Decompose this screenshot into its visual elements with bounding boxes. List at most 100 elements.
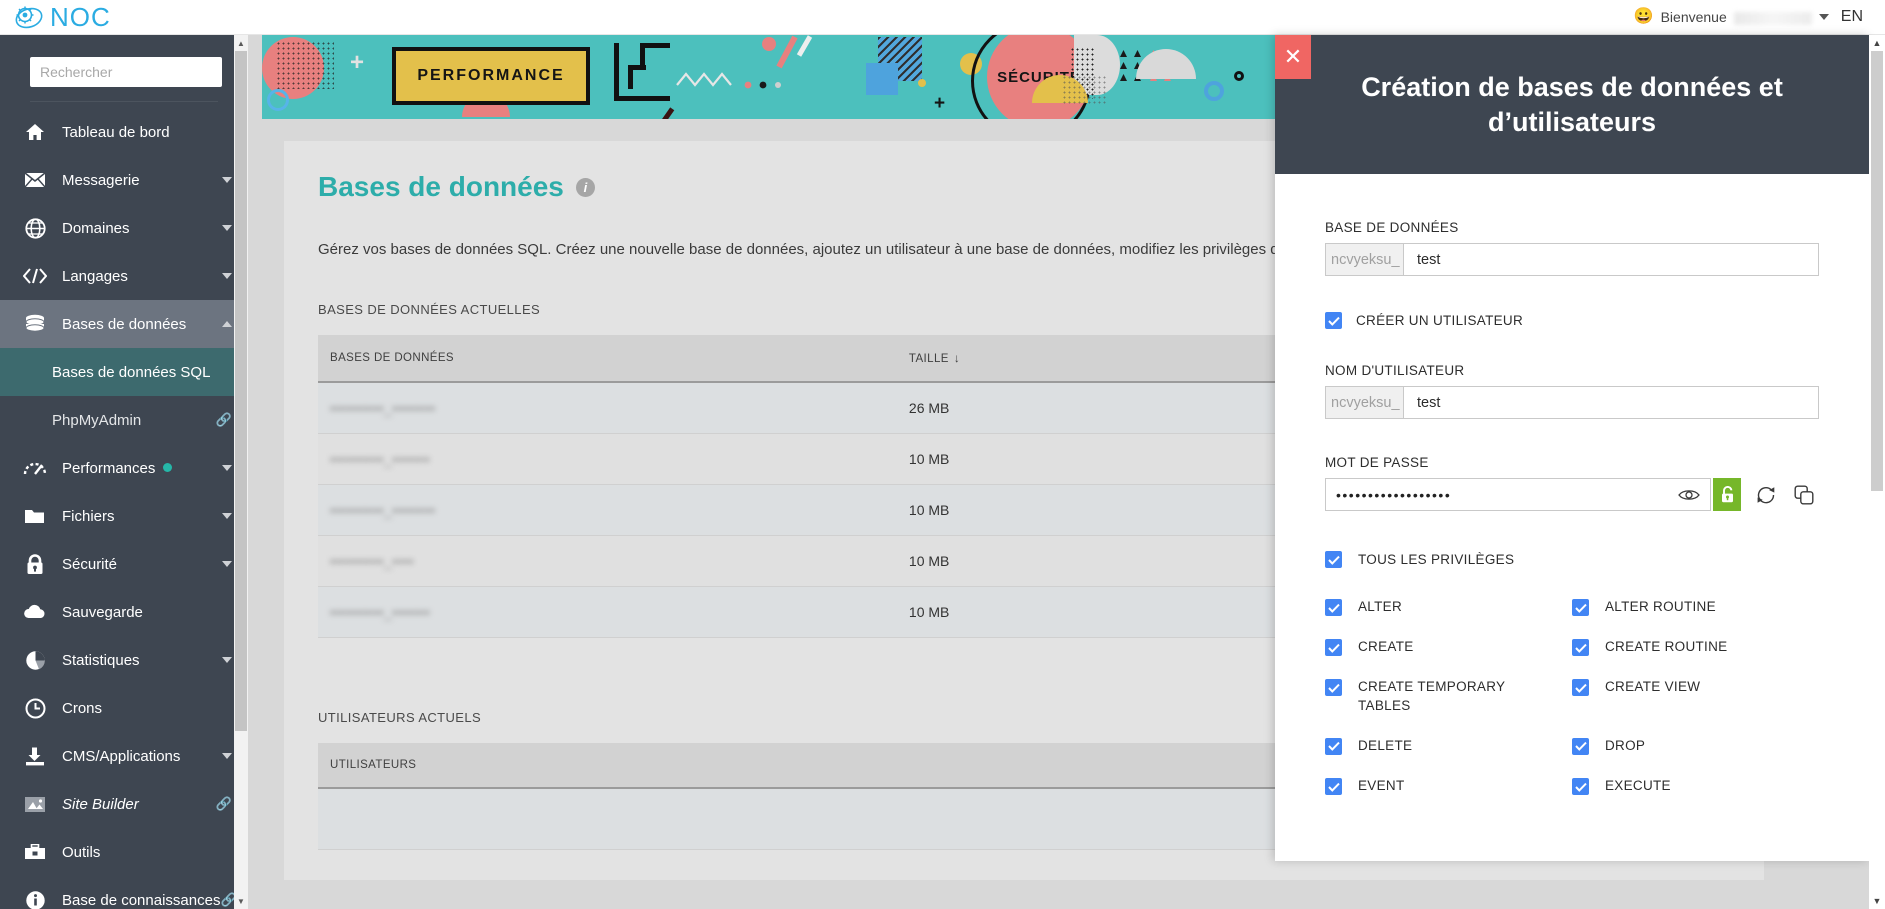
sidebar-subitem-bases-de-donnees-sql[interactable]: Bases de données SQL bbox=[0, 348, 248, 396]
chevron-down-icon[interactable] bbox=[222, 753, 232, 759]
chevron-down-icon[interactable] bbox=[222, 177, 232, 183]
privilege-checkbox[interactable] bbox=[1572, 639, 1589, 657]
chevron-down-icon[interactable] bbox=[222, 561, 232, 567]
all-privileges-checkbox[interactable] bbox=[1325, 551, 1342, 568]
chevron-down-icon[interactable] bbox=[222, 225, 232, 231]
page-scrollbar[interactable]: ▲ ▼ bbox=[1869, 35, 1885, 909]
scroll-down-arrow-icon[interactable]: ▼ bbox=[1869, 893, 1885, 909]
chevron-down-icon[interactable] bbox=[1818, 14, 1829, 20]
privilege-item[interactable]: ALTER bbox=[1325, 598, 1572, 616]
privilege-item[interactable]: ALTER ROUTINE bbox=[1572, 598, 1819, 616]
chevron-down-icon[interactable] bbox=[222, 513, 232, 519]
copy-icon[interactable] bbox=[1789, 478, 1819, 511]
folder-icon bbox=[22, 505, 48, 527]
sidebar-item-cms-applications[interactable]: CMS/Applications bbox=[0, 732, 248, 780]
database-name-input[interactable] bbox=[1404, 244, 1818, 275]
banner-performance-badge[interactable]: PERFORMANCE bbox=[392, 47, 602, 117]
sidebar-item-messagerie[interactable]: Messagerie bbox=[0, 156, 248, 204]
sidebar-item-sauvegarde[interactable]: Sauvegarde bbox=[0, 588, 248, 636]
scroll-up-arrow-icon[interactable]: ▲ bbox=[234, 35, 248, 51]
privilege-label: ALTER ROUTINE bbox=[1605, 599, 1716, 614]
scroll-up-arrow-icon[interactable]: ▲ bbox=[1869, 35, 1885, 51]
chevron-down-icon[interactable] bbox=[222, 657, 232, 663]
username-input[interactable] bbox=[1404, 387, 1818, 418]
privilege-item[interactable]: DROP bbox=[1572, 737, 1819, 755]
sidebar-item-performances[interactable]: Performances bbox=[0, 444, 248, 492]
privilege-checkbox[interactable] bbox=[1325, 737, 1342, 755]
sidebar-scrollbar-thumb[interactable] bbox=[235, 51, 247, 731]
column-header-databases[interactable]: BASES DE DONNÉES bbox=[318, 335, 897, 383]
cell-database-name: ••••••••••_•••••••• bbox=[318, 484, 897, 536]
user-name-redacted bbox=[1733, 11, 1812, 25]
decor-plus: + bbox=[350, 49, 365, 76]
cell-database-name: ••••••••••_••••••• bbox=[318, 586, 897, 638]
user-menu[interactable]: 😀 Bienvenue bbox=[1634, 9, 1829, 25]
privilege-checkbox[interactable] bbox=[1572, 778, 1589, 796]
privilege-item[interactable]: EXECUTE bbox=[1572, 777, 1819, 796]
check-icon bbox=[1327, 643, 1340, 653]
privilege-item[interactable]: CREATE TEMPORARY TABLES bbox=[1325, 678, 1572, 714]
sidebar-item-langages[interactable]: Langages bbox=[0, 252, 248, 300]
brand-logo[interactable]: NOC bbox=[0, 4, 111, 30]
username-prefix: ncvyeksu_ bbox=[1326, 387, 1404, 418]
all-privileges-row[interactable]: TOUS LES PRIVILÈGES bbox=[1325, 551, 1819, 568]
sidebar-item-fichiers[interactable]: Fichiers bbox=[0, 492, 248, 540]
sidebar-item-label: Crons bbox=[62, 699, 103, 717]
sidebar-item-securite[interactable]: Sécurité bbox=[0, 540, 248, 588]
decor-blue-square bbox=[866, 63, 898, 95]
decor-black-ring bbox=[1234, 71, 1244, 81]
scroll-down-arrow-icon[interactable]: ▼ bbox=[234, 893, 248, 909]
chevron-down-icon[interactable] bbox=[222, 273, 232, 279]
privilege-checkbox[interactable] bbox=[1325, 599, 1342, 616]
privilege-checkbox[interactable] bbox=[1572, 679, 1589, 697]
unlock-icon[interactable] bbox=[1713, 478, 1741, 511]
privilege-checkbox[interactable] bbox=[1325, 778, 1342, 796]
column-header-size[interactable]: TAILLE ↓ bbox=[896, 335, 1307, 383]
sidebar-item-outils[interactable]: Outils bbox=[0, 828, 248, 876]
search-input[interactable] bbox=[40, 64, 221, 80]
database-name-redacted: ••••••••••_•••••••• bbox=[330, 502, 436, 518]
sidebar-item-bases-de-donnees[interactable]: Bases de données bbox=[0, 300, 248, 348]
chevron-down-icon[interactable] bbox=[222, 465, 232, 471]
privilege-item[interactable]: DELETE bbox=[1325, 737, 1572, 755]
sort-desc-icon[interactable]: ↓ bbox=[954, 351, 960, 365]
sidebar-item-tableau-de-bord[interactable]: Tableau de bord bbox=[0, 108, 248, 156]
create-user-checkbox[interactable] bbox=[1325, 312, 1342, 329]
sidebar-subitem-label: PhpMyAdmin bbox=[52, 411, 142, 429]
database-icon bbox=[22, 313, 48, 335]
language-selector[interactable]: EN bbox=[1841, 8, 1863, 26]
privilege-checkbox[interactable] bbox=[1325, 679, 1342, 697]
sidebar-item-domaines[interactable]: Domaines bbox=[0, 204, 248, 252]
database-input-group[interactable]: ncvyeksu_ bbox=[1325, 243, 1819, 276]
privilege-item[interactable]: CREATE VIEW bbox=[1572, 678, 1819, 714]
privilege-label: CREATE bbox=[1358, 639, 1414, 655]
sidebar-item-statistiques[interactable]: Statistiques bbox=[0, 636, 248, 684]
sidebar-item-site-builder[interactable]: Site Builder 🔗 bbox=[0, 780, 248, 828]
username-input-group[interactable]: ncvyeksu_ bbox=[1325, 386, 1819, 419]
sidebar-item-crons[interactable]: Crons bbox=[0, 684, 248, 732]
database-prefix: ncvyeksu_ bbox=[1326, 244, 1404, 275]
password-field[interactable]: •••••••••••••••••• bbox=[1325, 478, 1711, 511]
modal-header: ✕ Création de bases de données et d’util… bbox=[1275, 35, 1869, 174]
privilege-item[interactable]: CREATE bbox=[1325, 638, 1572, 657]
sidebar-scrollbar[interactable]: ▲ ▼ bbox=[234, 35, 248, 909]
password-row: •••••••••••••••••• bbox=[1325, 478, 1819, 511]
privilege-item[interactable]: CREATE ROUTINE bbox=[1572, 638, 1819, 657]
status-dot-icon bbox=[163, 462, 173, 472]
sidebar-item-base-de-connaissances[interactable]: Base de connaissances 🔗 bbox=[0, 876, 248, 909]
eye-icon[interactable] bbox=[1676, 485, 1702, 505]
privilege-checkbox[interactable] bbox=[1325, 639, 1342, 657]
cloud-upload-icon bbox=[22, 601, 48, 623]
privilege-item[interactable]: EVENT bbox=[1325, 777, 1572, 796]
page-scrollbar-thumb[interactable] bbox=[1871, 51, 1883, 491]
create-user-checkbox-row[interactable]: CRÉER UN UTILISATEUR bbox=[1325, 312, 1819, 329]
chevron-up-icon[interactable] bbox=[222, 321, 232, 327]
refresh-icon[interactable] bbox=[1749, 478, 1783, 511]
info-icon[interactable]: i bbox=[575, 177, 595, 197]
decor-stair-step bbox=[628, 65, 633, 89]
privilege-checkbox[interactable] bbox=[1572, 599, 1589, 616]
close-icon[interactable]: ✕ bbox=[1275, 35, 1311, 79]
search-box[interactable] bbox=[30, 57, 222, 87]
privilege-checkbox[interactable] bbox=[1572, 737, 1589, 755]
sidebar-subitem-phpmyadmin[interactable]: PhpMyAdmin 🔗 bbox=[0, 396, 248, 444]
